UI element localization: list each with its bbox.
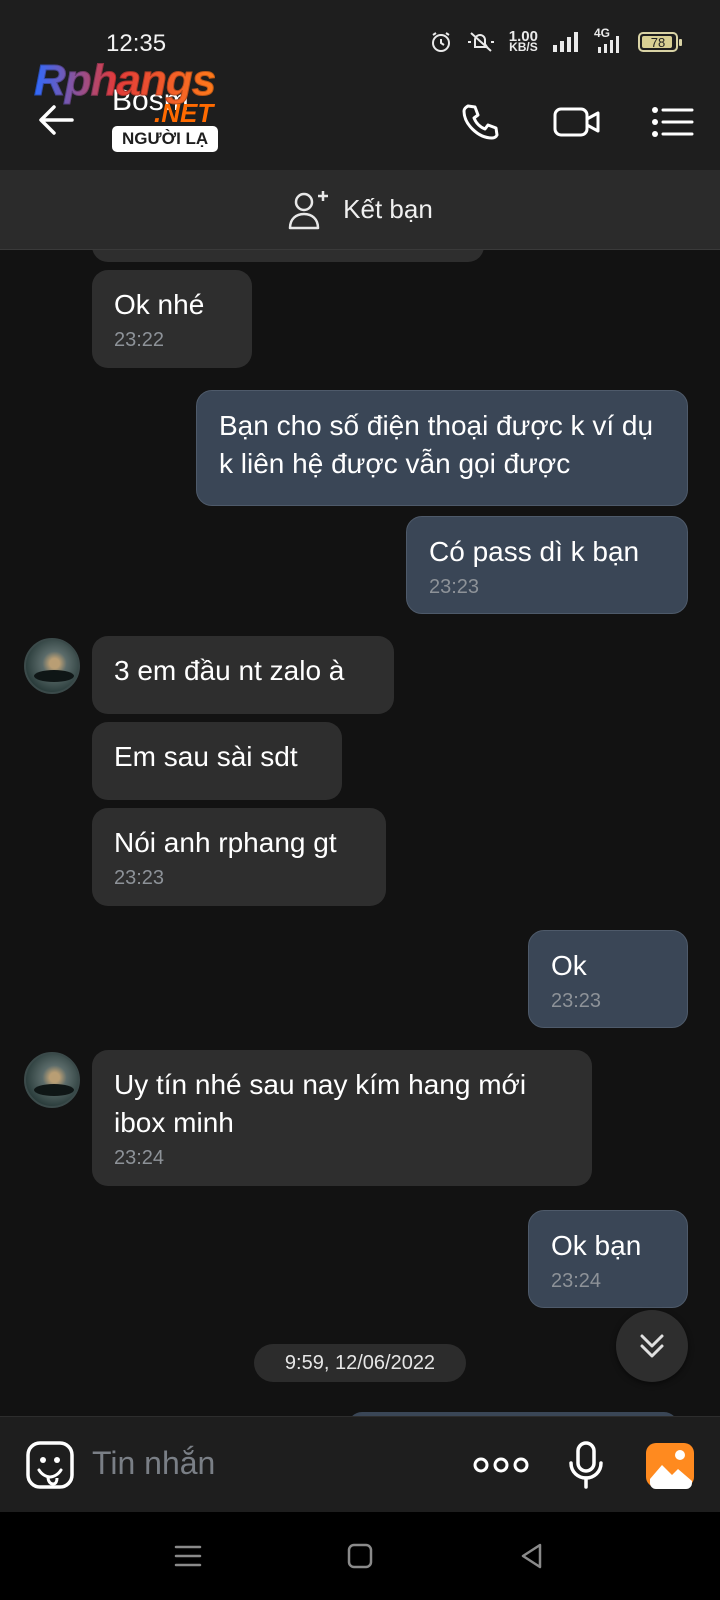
message-bubble-incoming[interactable]: 3 em đầu nt zalo à <box>92 636 394 714</box>
date-separator: 9:59, 12/06/2022 <box>254 1344 466 1382</box>
message-text: Bạn cho số điện thoại được k ví dụ k liê… <box>219 410 654 479</box>
scroll-to-bottom-button[interactable] <box>616 1310 688 1382</box>
message-text: Ok <box>551 950 587 981</box>
message-bubble-outgoing[interactable]: Bạn cho số điện thoại được k ví dụ k liê… <box>196 390 688 506</box>
message-time: 23:24 <box>114 1147 165 1169</box>
network-4g-icon: 4G <box>594 26 624 54</box>
add-friend-button[interactable]: Kết bạn <box>0 170 720 250</box>
add-friend-label: Kết bạn <box>343 194 433 224</box>
contact-name[interactable]: Bosm <box>112 84 189 118</box>
back-arrow-icon[interactable] <box>34 98 78 142</box>
back-triangle-icon[interactable] <box>514 1538 550 1574</box>
battery-icon: 78 <box>638 32 682 52</box>
contact-avatar[interactable] <box>24 638 80 694</box>
message-bubble-incoming[interactable]: Em sau sài sdt <box>92 722 342 800</box>
message-bubble-incoming[interactable]: Uy tín nhé sau nay kím hang mới ibox min… <box>92 1050 592 1186</box>
sticker-emoji-icon[interactable] <box>24 1439 76 1491</box>
message-bubble-incoming[interactable]: Ok nhé 23:22 <box>92 270 252 368</box>
alarm-icon <box>431 32 450 52</box>
signal-icon <box>553 32 578 52</box>
message-time: 23:23 <box>114 867 165 889</box>
message-text: Có pass dì k bạn <box>429 536 640 567</box>
status-bar: 12:35 1.00 KB/S 4G 78 <box>0 0 720 72</box>
message-text: 3 em đầu nt zalo à <box>114 655 345 686</box>
microphone-icon[interactable] <box>560 1439 612 1491</box>
message-time: 23:22 <box>114 329 165 351</box>
message-composer: Tin nhắn <box>0 1416 720 1512</box>
message-time: 23:23 <box>429 576 480 598</box>
double-chevron-down-icon <box>640 1334 664 1358</box>
message-time: 23:24 <box>551 1270 602 1292</box>
more-options-icon[interactable] <box>472 1439 530 1491</box>
battery-level: 78 <box>650 34 666 50</box>
image-gallery-icon[interactable] <box>644 1439 696 1491</box>
message-text: Ok bạn <box>551 1230 642 1261</box>
message-bubble-outgoing[interactable]: Ok bạn 23:24 <box>528 1210 688 1308</box>
mute-icon <box>467 32 494 52</box>
recent-apps-icon[interactable] <box>170 1538 206 1574</box>
menu-list-icon[interactable] <box>650 100 694 144</box>
chat-header: Bosm NGƯỜI LẠ <box>0 72 720 170</box>
message-text: Uy tín nhé sau nay kím hang mới ibox min… <box>114 1069 527 1138</box>
message-list[interactable]: Ok nhé 23:22 Bạn cho số điện thoại được … <box>0 250 720 1416</box>
home-icon[interactable] <box>342 1538 378 1574</box>
message-bubble-outgoing[interactable]: Ok 23:23 <box>528 930 688 1028</box>
message-bubble-partial <box>92 250 484 262</box>
message-text: Ok nhé <box>114 289 205 320</box>
message-text: Em sau sài sdt <box>114 741 298 772</box>
message-input[interactable]: Tin nhắn <box>92 1445 215 1482</box>
message-bubble-outgoing[interactable]: Có pass dì k bạn 23:23 <box>406 516 688 614</box>
message-text: Nói anh rphang gt <box>114 827 337 858</box>
network-speed: 1.00 KB/S <box>508 28 538 54</box>
status-icons: 1.00 KB/S 4G 78 <box>429 26 682 54</box>
video-call-icon[interactable] <box>552 100 602 144</box>
contact-avatar[interactable] <box>24 1052 80 1108</box>
status-time: 12:35 <box>106 30 167 57</box>
message-bubble-incoming[interactable]: Nói anh rphang gt 23:23 <box>92 808 386 906</box>
add-user-icon <box>288 190 329 229</box>
phone-call-icon[interactable] <box>458 100 502 144</box>
message-time: 23:23 <box>551 990 602 1012</box>
stranger-badge: NGƯỜI LẠ <box>112 126 219 152</box>
system-navigation-bar <box>0 1512 720 1600</box>
